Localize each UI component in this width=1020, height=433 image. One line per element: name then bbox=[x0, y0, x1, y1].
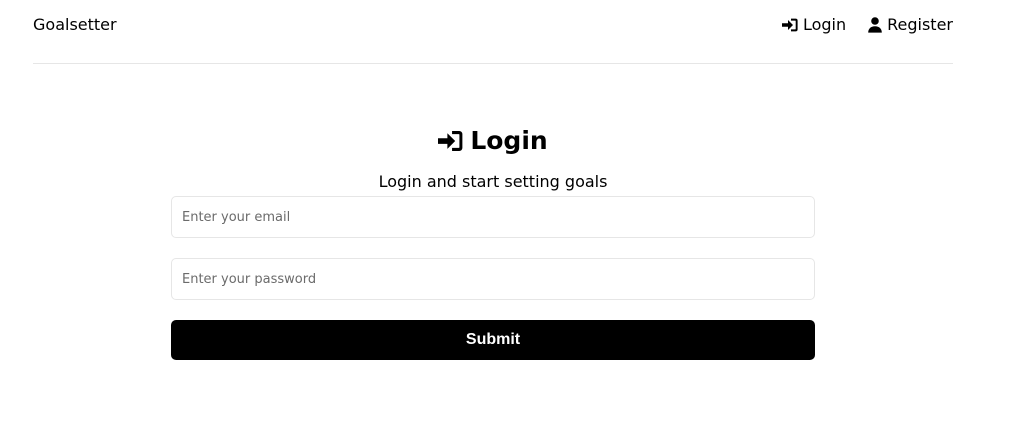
email-field[interactable] bbox=[171, 196, 815, 238]
sign-in-icon bbox=[781, 18, 798, 32]
page-title-text: Login bbox=[470, 126, 548, 155]
nav-register-label: Register bbox=[887, 15, 953, 34]
password-field[interactable] bbox=[171, 258, 815, 300]
site-logo[interactable]: Goalsetter bbox=[33, 15, 117, 35]
login-heading: Login bbox=[0, 124, 986, 158]
submit-button[interactable]: Submit bbox=[171, 320, 815, 360]
sign-in-icon bbox=[438, 130, 463, 152]
user-icon bbox=[868, 17, 882, 33]
page-title: Login bbox=[438, 124, 548, 158]
header-nav: Login Register bbox=[781, 15, 953, 35]
nav-register-link[interactable]: Register bbox=[868, 15, 953, 35]
site-header: Goalsetter Login Register bbox=[33, 0, 953, 64]
nav-login-link[interactable]: Login bbox=[781, 15, 847, 35]
nav-login-label: Login bbox=[802, 15, 847, 34]
login-form: Submit bbox=[171, 196, 815, 360]
page-subtitle: Login and start setting goals bbox=[378, 172, 608, 191]
